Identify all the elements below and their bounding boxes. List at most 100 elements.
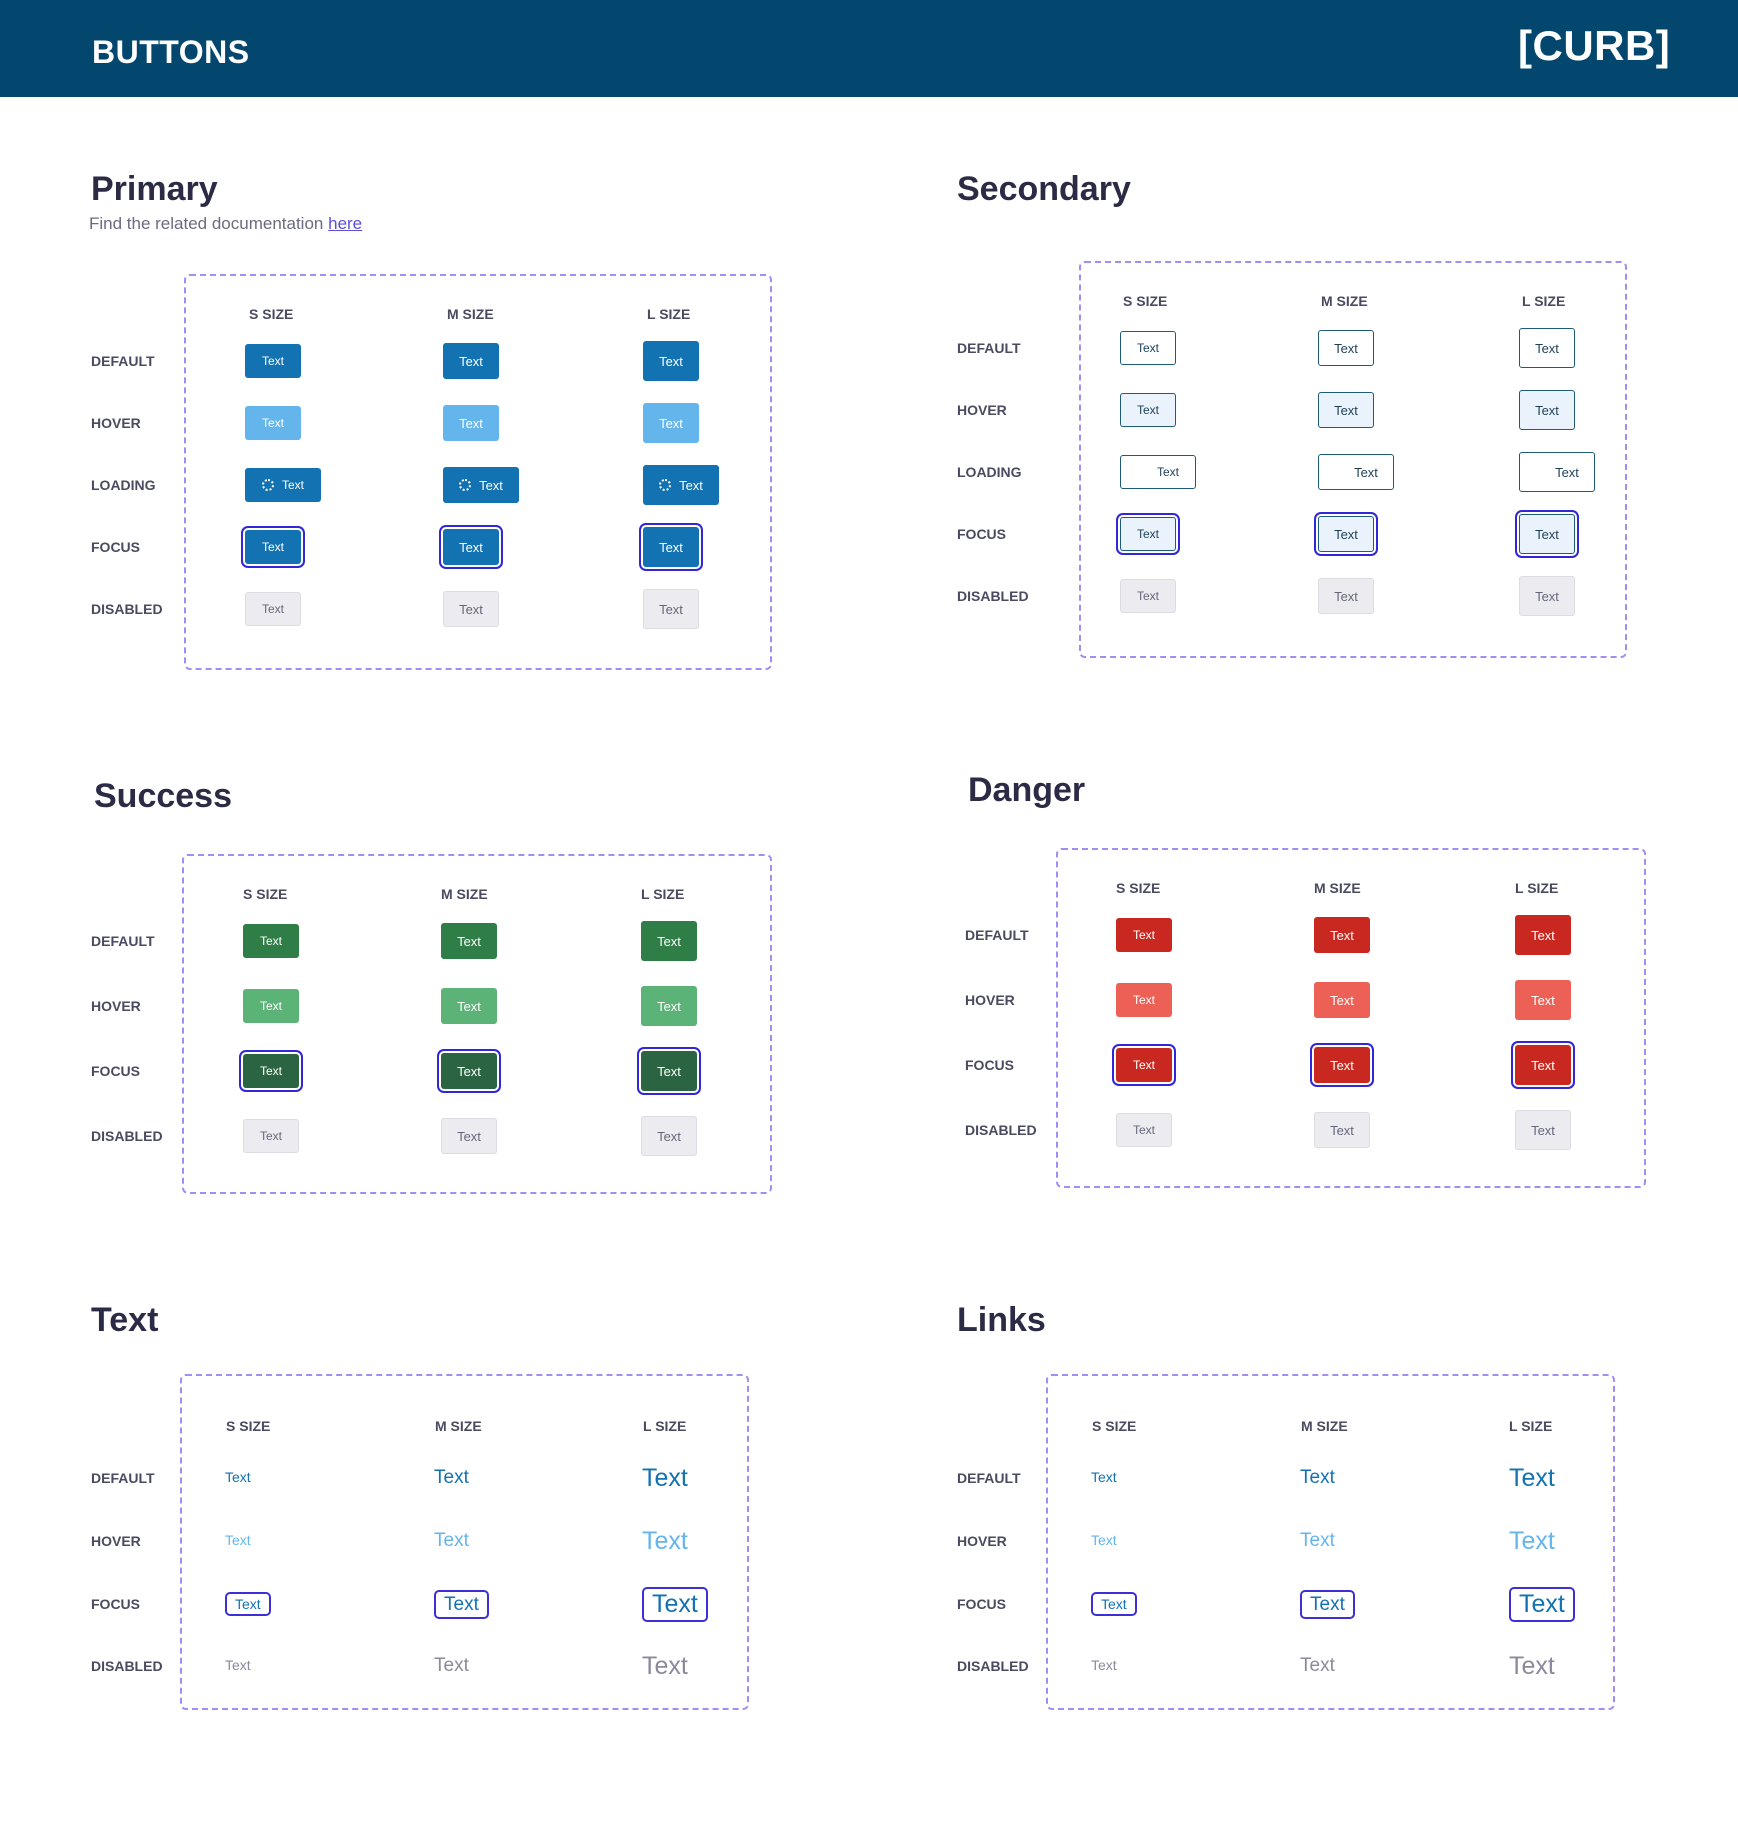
text-hover-s[interactable]: Text xyxy=(225,1532,251,1548)
secondary-hover-button-l[interactable]: Text xyxy=(1519,390,1575,430)
success-default-button-m[interactable]: Text xyxy=(441,923,497,959)
primary-hover-button-s[interactable]: Text xyxy=(245,406,301,440)
secondary-loading-button-l[interactable]: Text xyxy=(1519,452,1595,492)
secondary-hover-button-s[interactable]: Text xyxy=(1120,393,1176,427)
button-label: Text xyxy=(679,477,703,493)
secondary-focus-button-s[interactable]: Text xyxy=(1120,517,1176,551)
primary-loading-button-l[interactable]: Text xyxy=(643,465,719,505)
danger-focus-button-s[interactable]: Text xyxy=(1116,1048,1172,1082)
text-focus-s[interactable]: Text xyxy=(225,1592,271,1616)
primary-default-button-m[interactable]: Text xyxy=(443,343,499,379)
danger-hover-button-l[interactable]: Text xyxy=(1515,980,1571,1020)
secondary-disabled-button-m: Text xyxy=(1318,578,1374,614)
button-label: Text xyxy=(225,1657,251,1673)
danger-hover-button-s[interactable]: Text xyxy=(1116,983,1172,1017)
button-label: Text xyxy=(1300,1466,1335,1488)
size-header-m: M SIZE xyxy=(435,1418,482,1434)
primary-default-button-l[interactable]: Text xyxy=(643,341,699,381)
button-label: Text xyxy=(225,1469,251,1485)
button-label: Text xyxy=(261,416,284,430)
size-header-l: L SIZE xyxy=(1509,1418,1553,1434)
size-header-m: M SIZE xyxy=(447,306,494,322)
button-label: Text xyxy=(657,1128,681,1144)
text-default-s[interactable]: Text xyxy=(225,1469,251,1485)
secondary-loading-button-m[interactable]: Text xyxy=(1318,454,1394,490)
primary-loading-button-s[interactable]: Text xyxy=(245,468,321,502)
danger-focus-button-l[interactable]: Text xyxy=(1515,1045,1571,1085)
primary-default-button-s[interactable]: Text xyxy=(245,344,301,378)
primary-focus-button-s[interactable]: Text xyxy=(245,530,301,564)
primary-loading-button-m[interactable]: Text xyxy=(443,467,519,503)
documentation-link[interactable]: here xyxy=(328,214,362,233)
button-label: Text xyxy=(652,1589,698,1618)
secondary-default-button-l[interactable]: Text xyxy=(1519,328,1575,368)
links-hover-l[interactable]: Text xyxy=(1509,1527,1555,1556)
success-default-button-s[interactable]: Text xyxy=(243,924,299,958)
text-default-m[interactable]: Text xyxy=(434,1467,469,1489)
primary-disabled-button-m: Text xyxy=(443,591,499,627)
button-label: Text xyxy=(1330,927,1354,943)
danger-focus-button-m[interactable]: Text xyxy=(1314,1047,1370,1083)
links-hover-m[interactable]: Text xyxy=(1300,1530,1335,1552)
secondary-default-button-s[interactable]: Text xyxy=(1120,331,1176,365)
button-label: Text xyxy=(1509,1463,1555,1492)
button-label: Text xyxy=(261,540,284,554)
text-default-l[interactable]: Text xyxy=(642,1464,688,1493)
success-focus-button-l[interactable]: Text xyxy=(641,1051,697,1091)
button-label: Text xyxy=(457,1128,481,1144)
success-focus-button-s[interactable]: Text xyxy=(243,1054,299,1088)
links-default-s[interactable]: Text xyxy=(1091,1469,1117,1485)
links-focus-m[interactable]: Text xyxy=(1300,1589,1355,1619)
success-hover-button-m[interactable]: Text xyxy=(441,988,497,1024)
secondary-hover-button-m[interactable]: Text xyxy=(1318,392,1374,428)
button-label: Text xyxy=(1330,1122,1354,1138)
success-hover-button-s[interactable]: Text xyxy=(243,989,299,1023)
text-disabled-s: Text xyxy=(225,1657,251,1673)
button-label: Text xyxy=(1091,1657,1117,1673)
button-label: Text xyxy=(657,933,681,949)
text-title: Text xyxy=(91,1301,159,1339)
links-focus-l[interactable]: Text xyxy=(1509,1586,1575,1622)
success-hover-button-l[interactable]: Text xyxy=(641,986,697,1026)
secondary-focus-button-m[interactable]: Text xyxy=(1318,516,1374,552)
button-label: Text xyxy=(281,478,304,492)
state-label-default: DEFAULT xyxy=(957,1470,1021,1486)
text-focus-l[interactable]: Text xyxy=(642,1586,708,1622)
primary-hover-button-l[interactable]: Text xyxy=(643,403,699,443)
button-label: Text xyxy=(1136,341,1159,355)
danger-default-button-s[interactable]: Text xyxy=(1116,918,1172,952)
state-label-focus: FOCUS xyxy=(91,539,140,555)
success-focus-button-m[interactable]: Text xyxy=(441,1053,497,1089)
button-label: Text xyxy=(459,539,483,555)
success-disabled-button-m: Text xyxy=(441,1118,497,1154)
secondary-default-button-m[interactable]: Text xyxy=(1318,330,1374,366)
text-hover-m[interactable]: Text xyxy=(434,1530,469,1552)
button-label: Text xyxy=(642,1463,688,1492)
danger-hover-button-m[interactable]: Text xyxy=(1314,982,1370,1018)
state-label-default: DEFAULT xyxy=(957,340,1021,356)
primary-hover-button-m[interactable]: Text xyxy=(443,405,499,441)
links-hover-s[interactable]: Text xyxy=(1091,1532,1117,1548)
primary-focus-button-m[interactable]: Text xyxy=(443,529,499,565)
links-default-m[interactable]: Text xyxy=(1300,1467,1335,1489)
size-header-s: S SIZE xyxy=(1116,880,1161,896)
button-label: Text xyxy=(657,998,681,1014)
danger-disabled-button-l: Text xyxy=(1515,1110,1571,1150)
button-label: Text xyxy=(1334,588,1358,604)
links-default-l[interactable]: Text xyxy=(1509,1464,1555,1493)
danger-default-button-l[interactable]: Text xyxy=(1515,915,1571,955)
button-label: Text xyxy=(1310,1593,1345,1615)
text-disabled-m: Text xyxy=(434,1655,469,1677)
danger-default-button-m[interactable]: Text xyxy=(1314,917,1370,953)
button-label: Text xyxy=(225,1532,251,1548)
loading-spinner-icon xyxy=(459,479,472,491)
links-focus-s[interactable]: Text xyxy=(1091,1592,1137,1616)
text-hover-l[interactable]: Text xyxy=(642,1527,688,1556)
button-label: Text xyxy=(434,1529,469,1551)
primary-focus-button-l[interactable]: Text xyxy=(643,527,699,567)
secondary-loading-button-s[interactable]: Text xyxy=(1120,455,1196,489)
button-label: Text xyxy=(1136,589,1159,603)
text-focus-m[interactable]: Text xyxy=(434,1589,489,1619)
success-default-button-l[interactable]: Text xyxy=(641,921,697,961)
secondary-focus-button-l[interactable]: Text xyxy=(1519,514,1575,554)
